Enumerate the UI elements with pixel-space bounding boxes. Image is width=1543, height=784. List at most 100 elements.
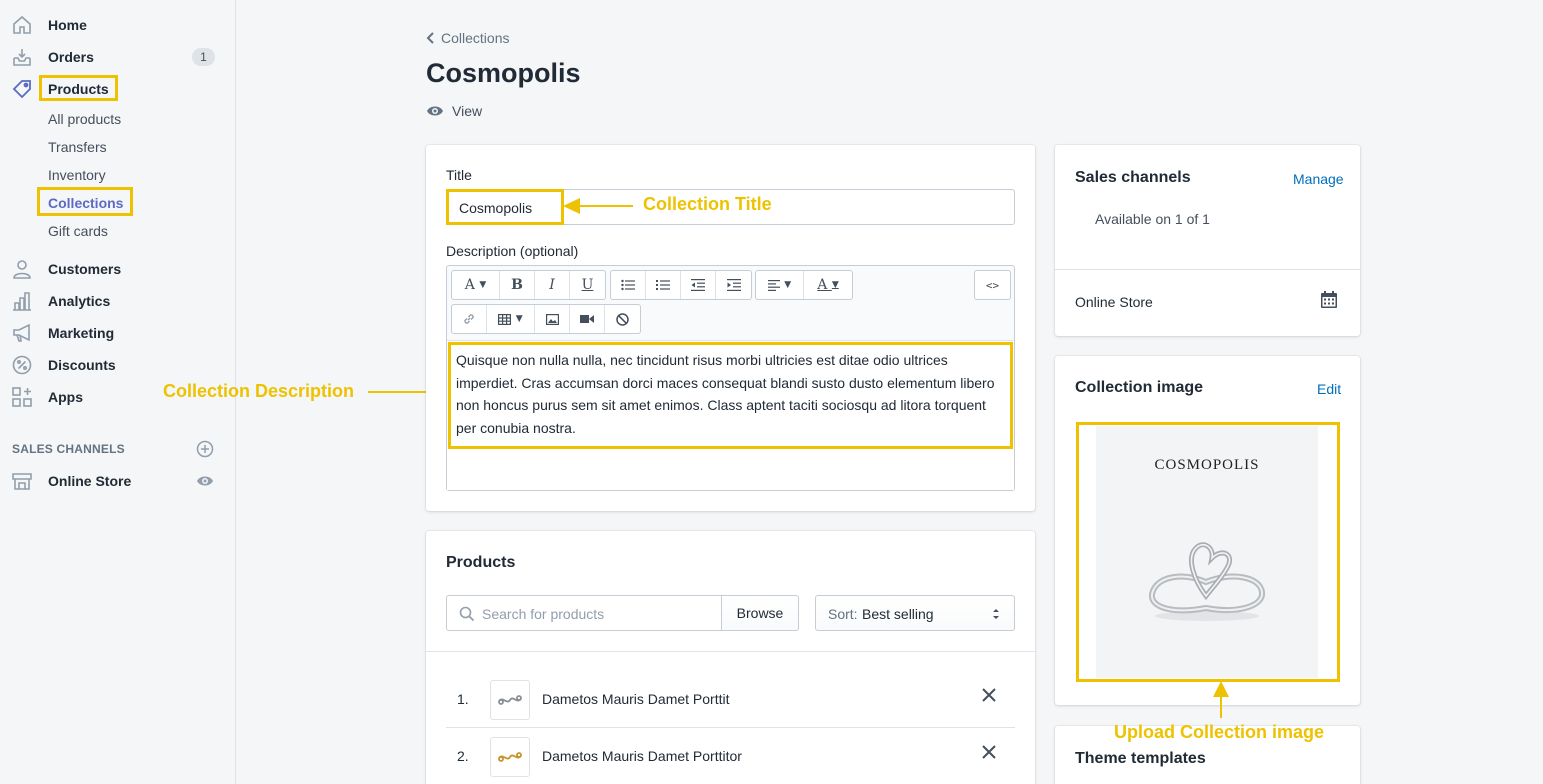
html-source-button[interactable]: <>: [975, 271, 1010, 299]
breadcrumb[interactable]: Collections: [426, 30, 509, 46]
apps-grid-icon: [11, 386, 33, 408]
calendar-icon[interactable]: [1321, 291, 1337, 308]
description-label: Description (optional): [446, 243, 579, 259]
bold-button[interactable]: B: [500, 271, 535, 299]
view-button[interactable]: View: [426, 102, 482, 120]
divider: [426, 651, 1035, 652]
row-number: 2.: [457, 748, 469, 764]
bracelet-image: [498, 695, 522, 705]
sidebar-item-home[interactable]: Home: [0, 11, 236, 39]
indent-icon: [726, 279, 741, 291]
annotation-collection-description: Collection Description: [163, 381, 355, 401]
sidebar-item-discounts[interactable]: Discounts: [0, 351, 236, 379]
html-group: <>: [974, 270, 1011, 300]
orders-icon: [11, 46, 33, 68]
page-title: Cosmopolis: [426, 58, 581, 88]
sort-prefix: Sort:: [828, 606, 858, 622]
table-button[interactable]: ▼: [487, 305, 535, 333]
person-icon: [11, 258, 33, 280]
underline-button[interactable]: U: [570, 271, 605, 299]
sidebar-subitem-transfers[interactable]: Transfers: [48, 139, 107, 155]
remove-product-icon[interactable]: [980, 686, 998, 704]
description-highlight-box: [448, 342, 1013, 449]
sidebar-item-label: Orders: [48, 49, 94, 65]
bullet-list-icon: [621, 279, 635, 291]
sort-select[interactable]: Sort: Best selling: [815, 595, 1015, 631]
sidebar-item-marketing[interactable]: Marketing: [0, 319, 236, 347]
discount-icon: [11, 354, 33, 376]
channel-name: Online Store: [1075, 294, 1153, 310]
annotation-upload-collection-image: Upload Collection image: [1114, 722, 1325, 742]
store-icon: [11, 470, 33, 492]
title-highlight-box: [446, 189, 564, 225]
font-family-button[interactable]: A ▼: [452, 271, 500, 299]
sidebar-subitem-gift-cards[interactable]: Gift cards: [48, 223, 108, 239]
indent-button[interactable]: [716, 271, 751, 299]
sidebar-subitem-inventory[interactable]: Inventory: [48, 167, 106, 183]
outdent-icon: [691, 279, 705, 291]
editor-toolbar-row-1: A ▼ B I U ▼ A ▼ <>: [451, 270, 1011, 300]
video-icon: [580, 315, 594, 323]
list-group: [610, 270, 752, 300]
outdent-button[interactable]: [681, 271, 716, 299]
orders-count-badge: 1: [192, 48, 215, 66]
bracelet-image: [498, 752, 522, 762]
edit-image-link[interactable]: Edit: [1317, 381, 1341, 397]
sort-value: Best selling: [862, 606, 934, 622]
product-thumbnail: [490, 737, 530, 777]
sidebar-item-label: Discounts: [48, 357, 116, 373]
availability-text: Available on 1 of 1: [1095, 211, 1210, 227]
insert-video-button[interactable]: [570, 305, 605, 333]
table-row[interactable]: 2. Dametos Mauris Damet Porttitor: [446, 729, 1015, 784]
eye-icon[interactable]: [196, 472, 214, 490]
clear-formatting-icon: [616, 312, 629, 326]
italic-button[interactable]: I: [535, 271, 570, 299]
sidebar-subitem-all-products[interactable]: All products: [48, 111, 121, 127]
clear-formatting-button[interactable]: [605, 305, 640, 333]
sidebar-item-customers[interactable]: Customers: [0, 255, 236, 283]
row-number: 1.: [457, 691, 469, 707]
manage-link[interactable]: Manage: [1293, 171, 1344, 187]
sidebar-item-orders[interactable]: Orders 1: [0, 43, 236, 71]
view-label: View: [452, 103, 483, 119]
sidebar-item-label: Home: [48, 17, 87, 33]
numbered-list-button[interactable]: [646, 271, 681, 299]
annotation-arrow-title: [563, 198, 633, 214]
bar-chart-icon: [11, 290, 33, 312]
add-channel-icon[interactable]: [196, 440, 214, 458]
breadcrumb-label: Collections: [441, 30, 510, 46]
products-heading: Products: [446, 554, 516, 571]
products-highlight-box: [39, 75, 118, 101]
sales-channels-card: Sales channels Manage Available on 1 of …: [1055, 145, 1360, 336]
align-button[interactable]: ▼: [756, 271, 804, 299]
sidebar-item-label: Online Store: [48, 473, 132, 489]
sidebar-item-label: Apps: [48, 389, 83, 405]
select-caret-icon: [993, 609, 999, 619]
sidebar-item-products[interactable]: Products: [0, 75, 236, 103]
insert-image-button[interactable]: [535, 305, 570, 333]
sidebar-item-online-store[interactable]: Online Store: [0, 467, 236, 495]
browse-label: Browse: [736, 605, 784, 621]
align-group: ▼ A ▼: [755, 270, 853, 300]
remove-product-icon[interactable]: [980, 743, 998, 761]
divider: [1055, 269, 1360, 270]
table-row[interactable]: 1. Dametos Mauris Damet Porttit: [446, 672, 1015, 728]
link-button[interactable]: [452, 305, 487, 333]
sidebar-item-label: Analytics: [48, 293, 111, 309]
text-color-button[interactable]: A ▼: [804, 271, 852, 299]
collection-image-card: Collection image Edit COSMOPOLIS: [1055, 356, 1360, 705]
bullet-list-button[interactable]: [611, 271, 646, 299]
font-group: A ▼ B I U: [451, 270, 606, 300]
link-icon: [464, 314, 474, 324]
search-placeholder: Search for products: [482, 606, 605, 622]
browse-button[interactable]: Browse: [721, 595, 799, 631]
product-search-input[interactable]: Search for products: [446, 595, 723, 631]
sidebar-item-analytics[interactable]: Analytics: [0, 287, 236, 315]
sales-channels-heading: SALES CHANNELS: [12, 442, 125, 456]
collections-highlight-box: [37, 187, 133, 216]
title-label: Title: [446, 167, 472, 183]
product-name: Dametos Mauris Damet Porttit: [542, 691, 730, 707]
editor-toolbar-row-2: ▼: [451, 304, 1011, 334]
home-icon: [11, 14, 33, 36]
image-icon: [545, 313, 559, 325]
